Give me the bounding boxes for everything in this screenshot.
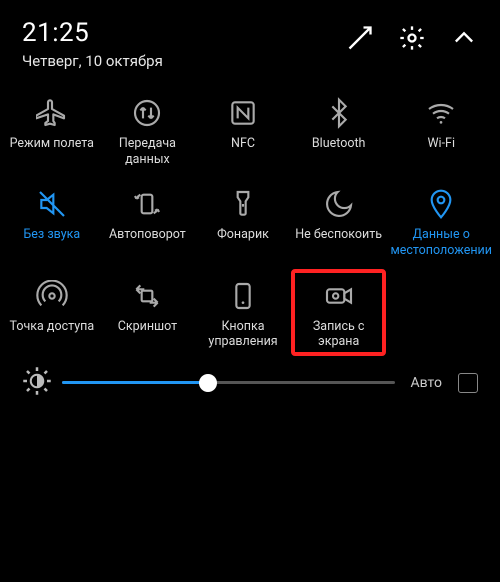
tile-label: Точка доступа: [9, 319, 94, 335]
slider-thumb[interactable]: [199, 374, 217, 392]
auto-brightness-label: Авто: [411, 375, 443, 391]
tile-location[interactable]: Данные о местоположении: [386, 177, 496, 264]
location-icon: [424, 187, 458, 221]
status-header: 21:25 Четверг, 10 октября: [0, 0, 500, 78]
tile-label: Кнопка управления: [199, 319, 287, 350]
tile-control-button[interactable]: Кнопка управления: [195, 269, 291, 356]
tile-label: NFC: [231, 136, 255, 152]
tile-airplane-mode[interactable]: Режим полета: [4, 86, 100, 173]
screen-record-icon: [322, 279, 356, 313]
header-actions: [346, 18, 478, 56]
tile-mute[interactable]: Без звука: [4, 177, 100, 264]
tile-label: Скриншот: [118, 319, 177, 335]
tile-label: Запись с экрана: [295, 319, 383, 350]
auto-rotate-icon: [130, 187, 164, 221]
tile-label: Не беспокоить: [295, 227, 382, 243]
collapse-icon[interactable]: [450, 24, 478, 56]
tile-label: Режим полета: [10, 136, 94, 152]
tile-label: Без звука: [23, 227, 80, 243]
brightness-icon: [22, 366, 52, 400]
clock-time: 21:25: [22, 18, 163, 48]
date-label: Четверг, 10 октября: [22, 52, 163, 70]
tile-auto-rotate[interactable]: Автоповорот: [100, 177, 196, 264]
data-transfer-icon: [130, 96, 164, 130]
dnd-icon: [322, 187, 356, 221]
tile-bluetooth[interactable]: Bluetooth: [291, 86, 387, 173]
auto-brightness-checkbox[interactable]: [458, 373, 478, 393]
mute-icon: [35, 187, 69, 221]
screenshot-icon: [130, 279, 164, 313]
quick-settings-grid: Режим полета Передача данных NFC Bluetooth W…: [0, 78, 500, 356]
slider-fill: [62, 381, 208, 384]
bluetooth-icon: [322, 96, 356, 130]
brightness-slider[interactable]: [62, 368, 395, 398]
tile-flashlight[interactable]: Фонарик: [195, 177, 291, 264]
tile-data-transfer[interactable]: Передача данных: [100, 86, 196, 173]
brightness-row: Авто: [0, 356, 500, 400]
settings-icon[interactable]: [398, 24, 426, 56]
tile-screenshot[interactable]: Скриншот: [100, 269, 196, 356]
control-button-icon: [226, 279, 260, 313]
tile-label: Передача данных: [104, 136, 192, 167]
tile-nfc[interactable]: NFC: [195, 86, 291, 173]
tile-label: Bluetooth: [312, 136, 366, 152]
wifi-icon: [424, 96, 458, 130]
tile-dnd[interactable]: Не беспокоить: [291, 177, 387, 264]
header-left: 21:25 Четверг, 10 октября: [22, 18, 163, 70]
tile-screen-record[interactable]: Запись с экрана: [291, 269, 387, 356]
tile-wifi[interactable]: Wi-Fi: [386, 86, 496, 173]
edit-icon[interactable]: [346, 24, 374, 56]
tile-hotspot[interactable]: Точка доступа: [4, 269, 100, 356]
nfc-icon: [226, 96, 260, 130]
airplane-mode-icon: [35, 96, 69, 130]
tile-label: Фонарик: [217, 227, 269, 243]
hotspot-icon: [35, 279, 69, 313]
tile-label: Данные о местоположении: [390, 227, 492, 258]
flashlight-icon: [226, 187, 260, 221]
tile-label: Wi-Fi: [427, 136, 455, 152]
tile-label: Автоповорот: [109, 227, 186, 243]
